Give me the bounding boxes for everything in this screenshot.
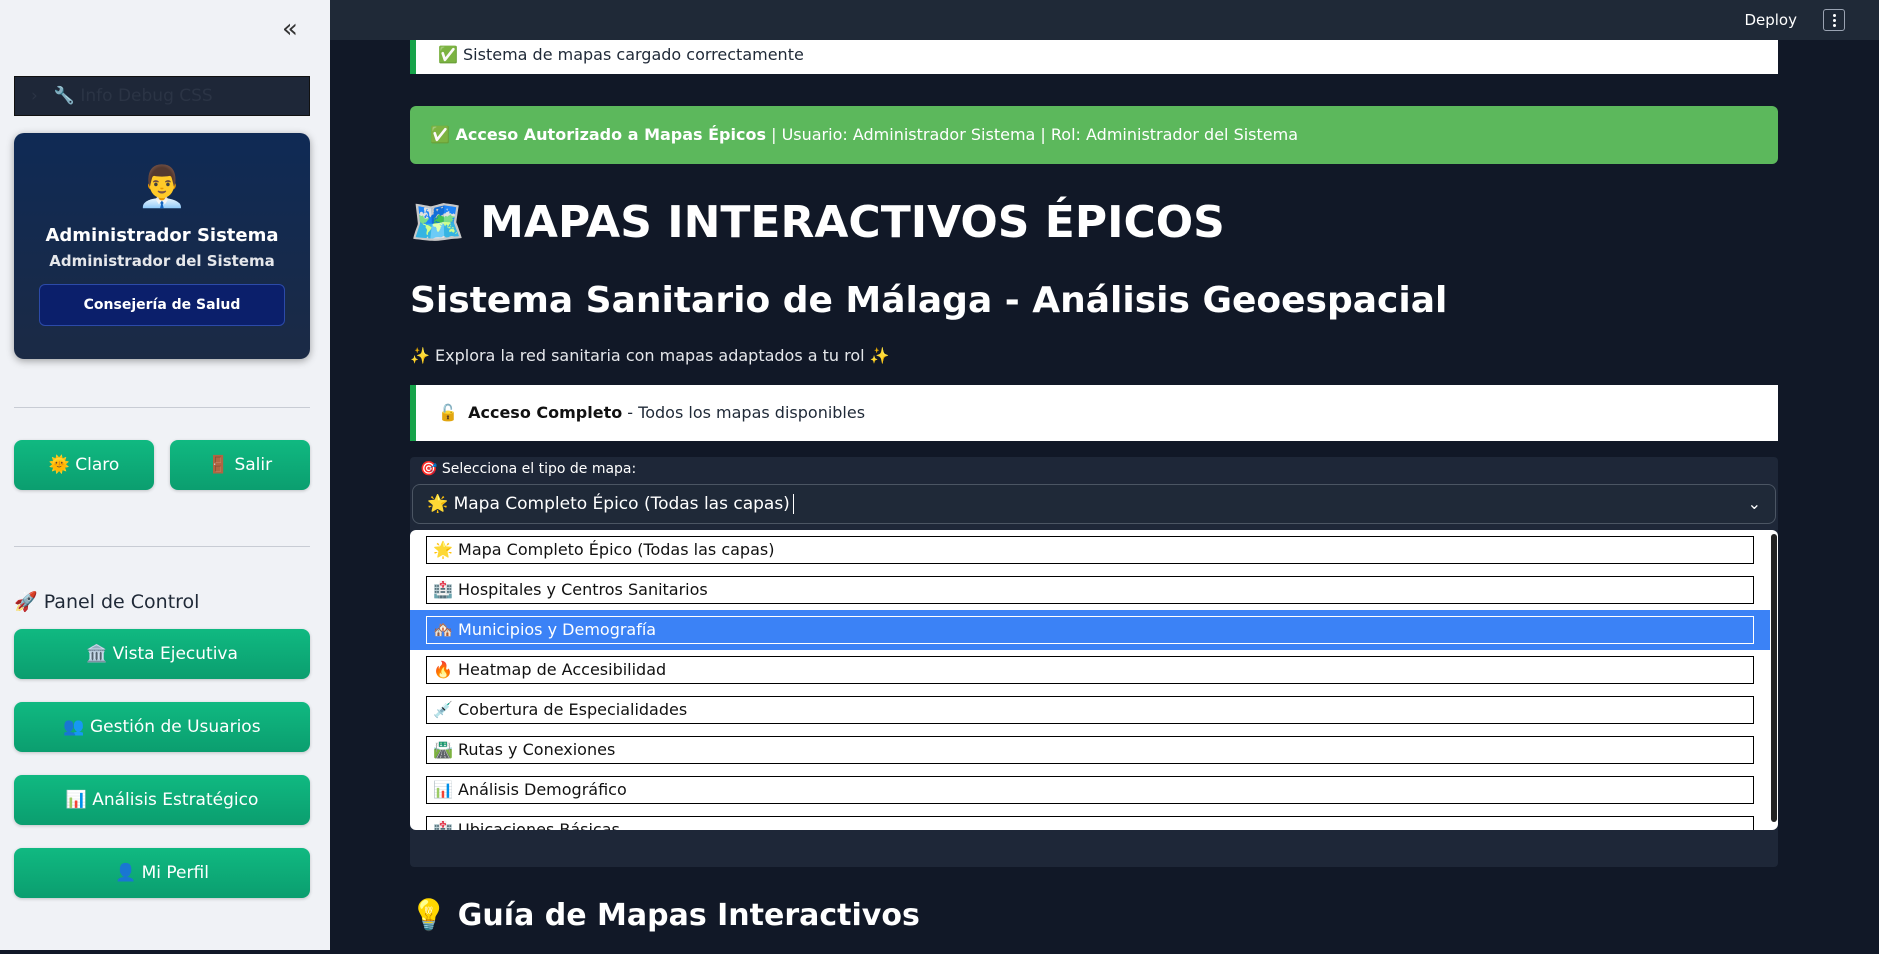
map-type-select[interactable]: 🌟 Mapa Completo Épico (Todas las capas) … (412, 484, 1776, 524)
nav-mi-perfil-button[interactable]: 👤 Mi Perfil (14, 848, 310, 898)
guide-title: 💡 Guía de Mapas Interactivos (410, 898, 920, 933)
profile-name: Administrador Sistema (45, 225, 279, 246)
divider (14, 407, 310, 408)
dropdown-option[interactable]: 💉 Cobertura de Especialidades (410, 690, 1770, 730)
debug-label: 🔧 Info Debug CSS (53, 86, 213, 106)
dropdown-option-highlighted[interactable]: 🏘️ Municipios y Demografía (410, 610, 1770, 650)
tagline: ✨ Explora la red sanitaria con mapas ada… (410, 346, 890, 365)
dropdown-option[interactable]: 🌟 Mapa Completo Épico (Todas las capas) (410, 530, 1770, 570)
dropdown-option[interactable]: 🛣️ Rutas y Conexiones (410, 730, 1770, 770)
access-level-box: 🔓 Acceso Completo - Todos los mapas disp… (410, 385, 1778, 441)
panel-title: 🚀 Panel de Control (14, 591, 200, 613)
logout-button[interactable]: 🚪 Salir (170, 440, 310, 490)
collapse-sidebar-icon[interactable]: « (282, 14, 298, 44)
nav-gestion-usuarios-button[interactable]: 👥 Gestión de Usuarios (14, 702, 310, 752)
map-type-select-panel: 🎯 Selecciona el tipo de mapa: 🌟 Mapa Com… (410, 457, 1778, 867)
deploy-button[interactable]: Deploy (1744, 11, 1797, 29)
select-label: 🎯 Selecciona el tipo de mapa: (420, 461, 637, 477)
dropdown-option[interactable]: 🏥 Hospitales y Centros Sanitarios (410, 570, 1770, 610)
map-type-dropdown: 🌟 Mapa Completo Épico (Todas las capas) … (410, 530, 1778, 830)
chevron-down-icon: ⌄ (1747, 494, 1761, 513)
kebab-menu-icon[interactable] (1823, 9, 1845, 31)
profile-role: Administrador del Sistema (49, 252, 275, 270)
sidebar: « › 🔧 Info Debug CSS 👨‍💼 Administrador Si… (0, 0, 330, 950)
profile-card: 👨‍💼 Administrador Sistema Administrador … (14, 133, 310, 359)
page-subtitle: Sistema Sanitario de Málaga - Análisis G… (410, 280, 1448, 321)
main-content: ✅ Sistema de mapas cargado correctamente… (330, 40, 1879, 950)
dropdown-option[interactable]: 🔥 Heatmap de Accesibilidad (410, 650, 1770, 690)
dropdown-option[interactable]: 🏥 Ubicaciones Básicas (410, 810, 1770, 830)
success-notice: ✅ Sistema de mapas cargado correctamente (410, 40, 1778, 74)
nav-analisis-estrategico-button[interactable]: 📊 Análisis Estratégico (14, 775, 310, 825)
dropdown-scrollbar[interactable] (1771, 534, 1777, 822)
access-level-text: - Todos los mapas disponibles (622, 403, 866, 422)
chevron-right-icon: › (31, 86, 38, 106)
unlock-icon: 🔓 (438, 403, 458, 422)
page-title: 🗺️ MAPAS INTERACTIVOS ÉPICOS (410, 197, 1225, 248)
nav-vista-ejecutiva-button[interactable]: 🏛️ Vista Ejecutiva (14, 629, 310, 679)
access-alert: ✅ Acceso Autorizado a Mapas Épicos | Usu… (410, 106, 1778, 164)
top-header: Deploy (330, 0, 1879, 40)
dropdown-option[interactable]: 📊 Análisis Demográfico (410, 770, 1770, 810)
access-alert-bold: ✅ Acceso Autorizado a Mapas Épicos (430, 125, 766, 144)
department-badge: Consejería de Salud (39, 284, 285, 326)
avatar-icon: 👨‍💼 (137, 164, 187, 210)
theme-toggle-button[interactable]: 🌞 Claro (14, 440, 154, 490)
divider (14, 546, 310, 547)
debug-expander[interactable]: › 🔧 Info Debug CSS (14, 76, 310, 116)
access-level-bold: Acceso Completo (468, 403, 623, 422)
select-value: 🌟 Mapa Completo Épico (Todas las capas) (427, 494, 790, 514)
access-alert-text: | Usuario: Administrador Sistema | Rol: … (766, 125, 1299, 144)
